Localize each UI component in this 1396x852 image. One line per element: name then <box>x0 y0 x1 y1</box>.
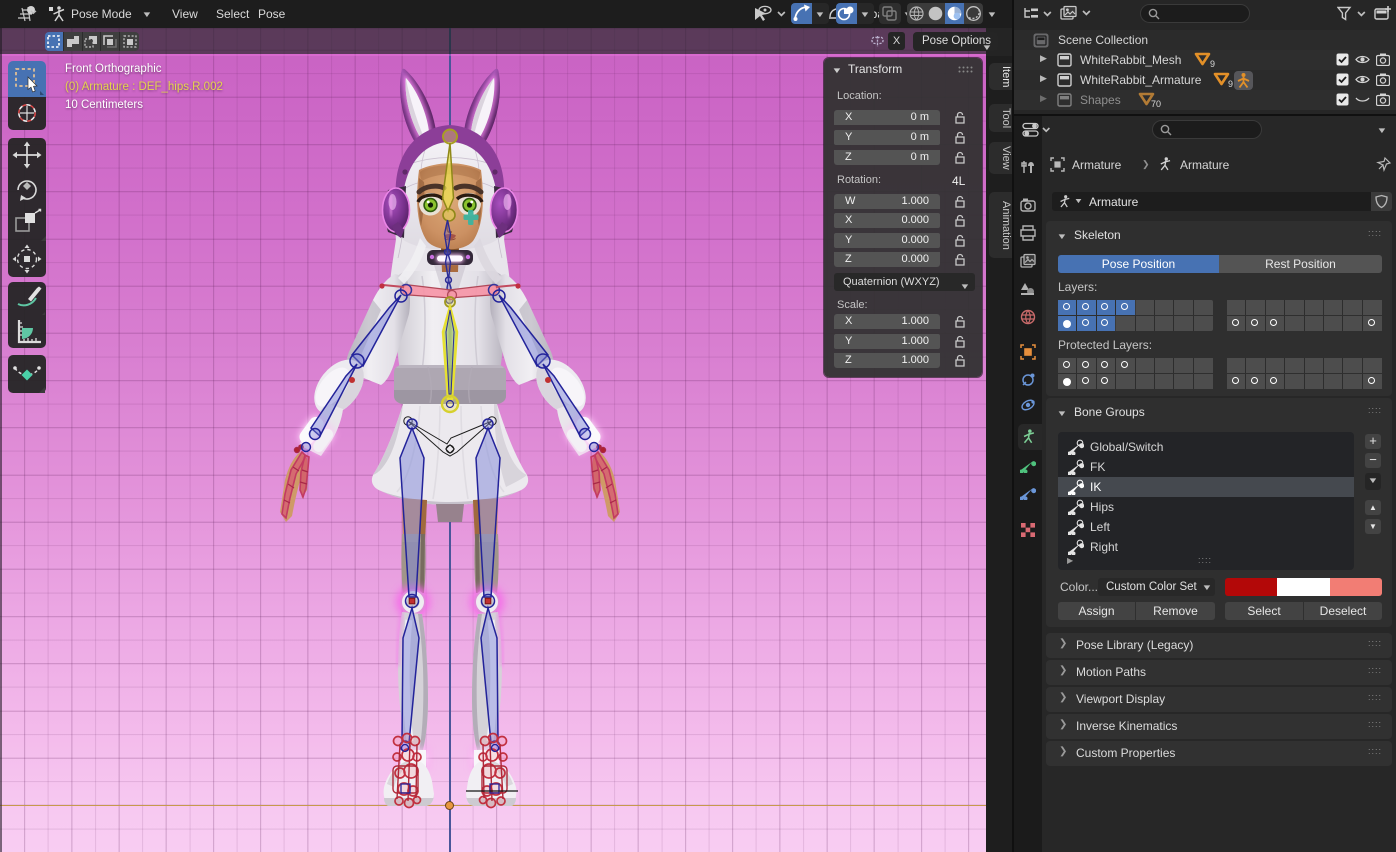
svg-text:9: 9 <box>1210 59 1215 69</box>
svg-text:9: 9 <box>1228 79 1233 89</box>
svg-text:70: 70 <box>1151 99 1161 109</box>
